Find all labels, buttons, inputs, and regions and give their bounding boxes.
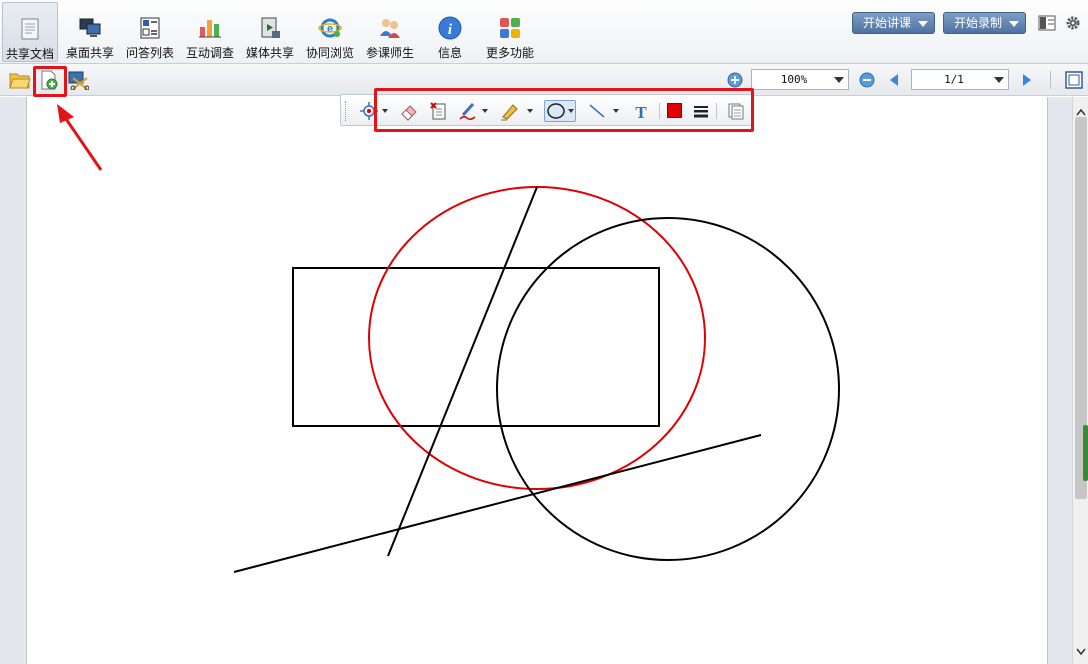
document-toolbar: 100% 1/1	[0, 64, 1088, 96]
canvas-area	[0, 97, 1088, 664]
chevron-down-icon[interactable]	[527, 109, 533, 113]
chevron-down-icon[interactable]	[382, 109, 388, 113]
chevron-down-icon	[918, 21, 928, 27]
divider	[659, 103, 660, 119]
chevron-down-icon[interactable]	[1076, 641, 1086, 660]
fullscreen-icon[interactable]	[1064, 70, 1084, 90]
info-icon: i	[438, 16, 462, 40]
divider	[716, 103, 717, 119]
chevron-down-icon	[1009, 21, 1019, 27]
start-lecture-button[interactable]: 开始讲课	[852, 12, 935, 34]
start-lecture-label: 开始讲课	[863, 16, 912, 30]
drawing-toolbar: T	[340, 94, 752, 126]
tab-shared-document[interactable]: 共享文档	[2, 2, 58, 62]
red-arrow-annotation	[57, 104, 103, 171]
zoom-value: 100%	[780, 73, 808, 86]
prev-page-icon[interactable]	[887, 72, 901, 88]
tab-desktop-share[interactable]: 桌面共享	[62, 2, 118, 62]
line-width-icon[interactable]	[691, 101, 711, 121]
tab-interactive-survey[interactable]: 互动调查	[182, 2, 238, 62]
tab-label: 共享文档	[5, 47, 54, 61]
gear-icon[interactable]	[1064, 14, 1082, 32]
rectangle-shape	[292, 267, 660, 427]
red-ellipse-shape	[368, 186, 706, 490]
tab-qa-list[interactable]: 问答列表	[122, 2, 178, 62]
vertical-scrollbar[interactable]	[1072, 97, 1088, 664]
pointer-tool-icon[interactable]	[359, 101, 379, 121]
tab-label: 媒体共享	[245, 46, 294, 60]
survey-chart-icon	[198, 16, 222, 40]
zoom-in-icon[interactable]	[727, 72, 743, 88]
layout-icon[interactable]	[1038, 15, 1056, 31]
color-picker-swatch[interactable]	[667, 103, 682, 118]
line-shape	[233, 434, 762, 573]
tab-label: 问答列表	[125, 46, 174, 60]
tab-label: 更多功能	[485, 46, 534, 60]
start-record-button[interactable]: 开始录制	[943, 12, 1026, 34]
pen-tool-icon[interactable]	[458, 101, 478, 121]
start-record-label: 开始录制	[954, 16, 1003, 30]
open-folder-icon[interactable]	[9, 70, 31, 90]
tab-co-browse[interactable]: e 协同浏览	[302, 2, 358, 62]
page-value: 1/1	[944, 73, 964, 86]
next-page-icon[interactable]	[1020, 72, 1034, 88]
tab-label: 互动调查	[185, 46, 234, 60]
whiteboard-canvas[interactable]	[26, 97, 1048, 664]
chevron-down-icon[interactable]	[482, 109, 488, 113]
text-tool-icon[interactable]: T	[631, 101, 651, 122]
more-functions-icon	[498, 16, 522, 40]
qa-icon	[138, 16, 162, 40]
copy-page-icon[interactable]	[726, 101, 746, 121]
side-panel-handle[interactable]	[1083, 425, 1088, 481]
clear-page-icon[interactable]	[429, 101, 449, 121]
media-share-icon	[258, 16, 282, 40]
tab-participants[interactable]: 参课师生	[362, 2, 418, 62]
black-circle-shape	[496, 217, 840, 561]
highlighter-icon[interactable]	[499, 101, 519, 121]
tab-label: 参课师生	[365, 46, 414, 60]
line-tool-icon[interactable]	[587, 101, 607, 121]
screen-capture-icon[interactable]	[67, 70, 90, 91]
app-window: 共享文档 桌面共享 问答列表 互动调查 媒体共享 e 协同浏览 参课师生 i 信…	[0, 0, 1088, 664]
participants-icon	[378, 16, 402, 40]
zoom-out-icon[interactable]	[859, 72, 875, 88]
drawing-layer	[233, 186, 840, 573]
main-toolbar: 共享文档 桌面共享 问答列表 互动调查 媒体共享 e 协同浏览 参课师生 i 信…	[0, 0, 1088, 64]
divider	[1050, 71, 1051, 89]
chevron-down-icon	[994, 77, 1004, 83]
eraser-icon[interactable]	[399, 101, 419, 121]
tab-label: 桌面共享	[65, 46, 114, 60]
chevron-down-icon	[834, 77, 844, 83]
page-select[interactable]: 1/1	[911, 69, 1009, 90]
desktop-share-icon	[78, 16, 102, 40]
ellipse-tool-button[interactable]	[544, 100, 576, 122]
zoom-select[interactable]: 100%	[751, 69, 849, 90]
tab-info[interactable]: i 信息	[422, 2, 478, 62]
tab-label: 协同浏览	[305, 46, 354, 60]
svg-text:T: T	[635, 103, 647, 121]
line-shape	[387, 186, 538, 557]
new-document-icon[interactable]	[38, 70, 60, 90]
drag-handle[interactable]	[345, 101, 347, 121]
tab-more-functions[interactable]: 更多功能	[482, 2, 538, 62]
tab-media-share[interactable]: 媒体共享	[242, 2, 298, 62]
chevron-down-icon[interactable]	[613, 109, 619, 113]
tab-label: 信息	[437, 46, 462, 60]
document-icon	[18, 17, 42, 41]
co-browse-icon: e	[318, 16, 342, 40]
circle-shape-icon	[547, 103, 574, 119]
